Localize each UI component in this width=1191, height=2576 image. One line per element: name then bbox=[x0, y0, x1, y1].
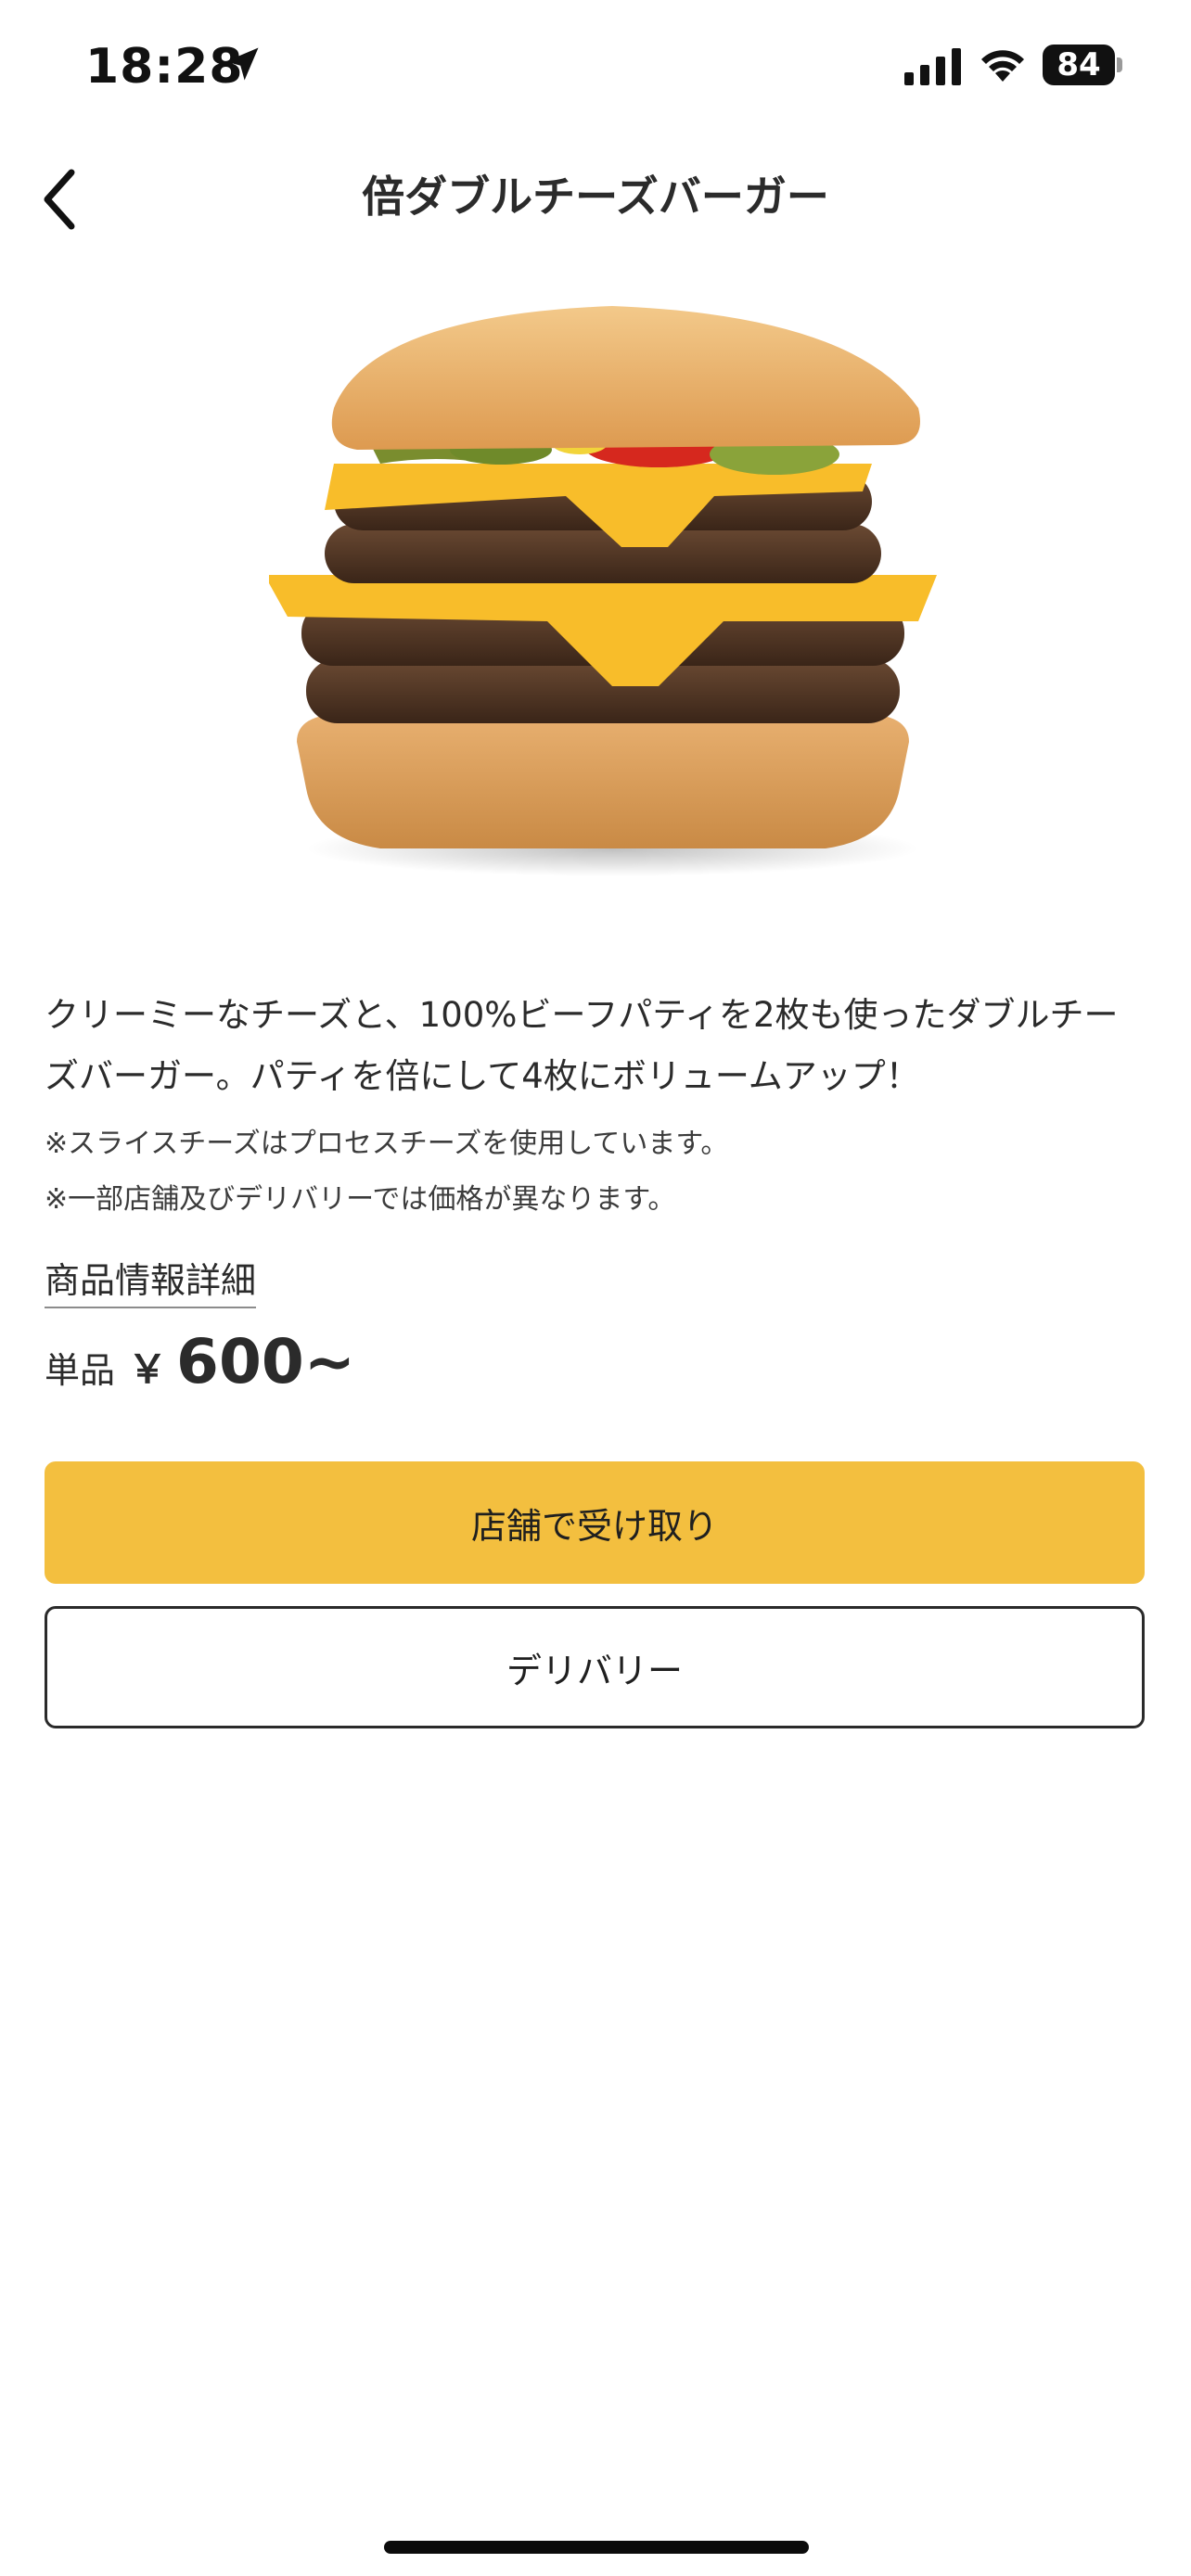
status-time: 18:28 bbox=[85, 39, 244, 95]
delivery-label: デリバリー bbox=[506, 1650, 683, 1691]
price-row: 単品 ￥ 600~ bbox=[45, 1326, 355, 1397]
battery-nub bbox=[1117, 57, 1122, 72]
note-price: ※一部店舗及びデリバリーでは価格が異なります。 bbox=[45, 1183, 676, 1216]
product-details-link[interactable]: 商品情報詳細 bbox=[45, 1252, 257, 1308]
wifi-icon bbox=[981, 50, 1024, 82]
home-indicator[interactable] bbox=[384, 2541, 809, 2554]
cellular-signal-icon bbox=[904, 48, 961, 85]
price-label: 単品 bbox=[45, 1350, 116, 1391]
location-arrow-icon bbox=[225, 47, 259, 81]
store-pickup-label: 店舗で受け取り bbox=[470, 1505, 718, 1547]
note-cheese: ※スライスチーズはプロセスチーズを使用しています。 bbox=[45, 1128, 729, 1160]
product-description: クリーミーなチーズと、100%ビーフパティを2枚も使ったダブルチーズバーガー。パ… bbox=[45, 995, 1119, 1096]
burger-image bbox=[269, 306, 937, 876]
price-value: 600~ bbox=[176, 1326, 356, 1397]
store-pickup-button[interactable]: 店舗で受け取り bbox=[45, 1461, 1145, 1584]
page-title: 倍ダブルチーズバーガー bbox=[362, 172, 829, 222]
battery-icon: 84 bbox=[1043, 45, 1115, 85]
price-currency: ￥ bbox=[128, 1346, 168, 1392]
delivery-button[interactable]: デリバリー bbox=[45, 1606, 1145, 1728]
